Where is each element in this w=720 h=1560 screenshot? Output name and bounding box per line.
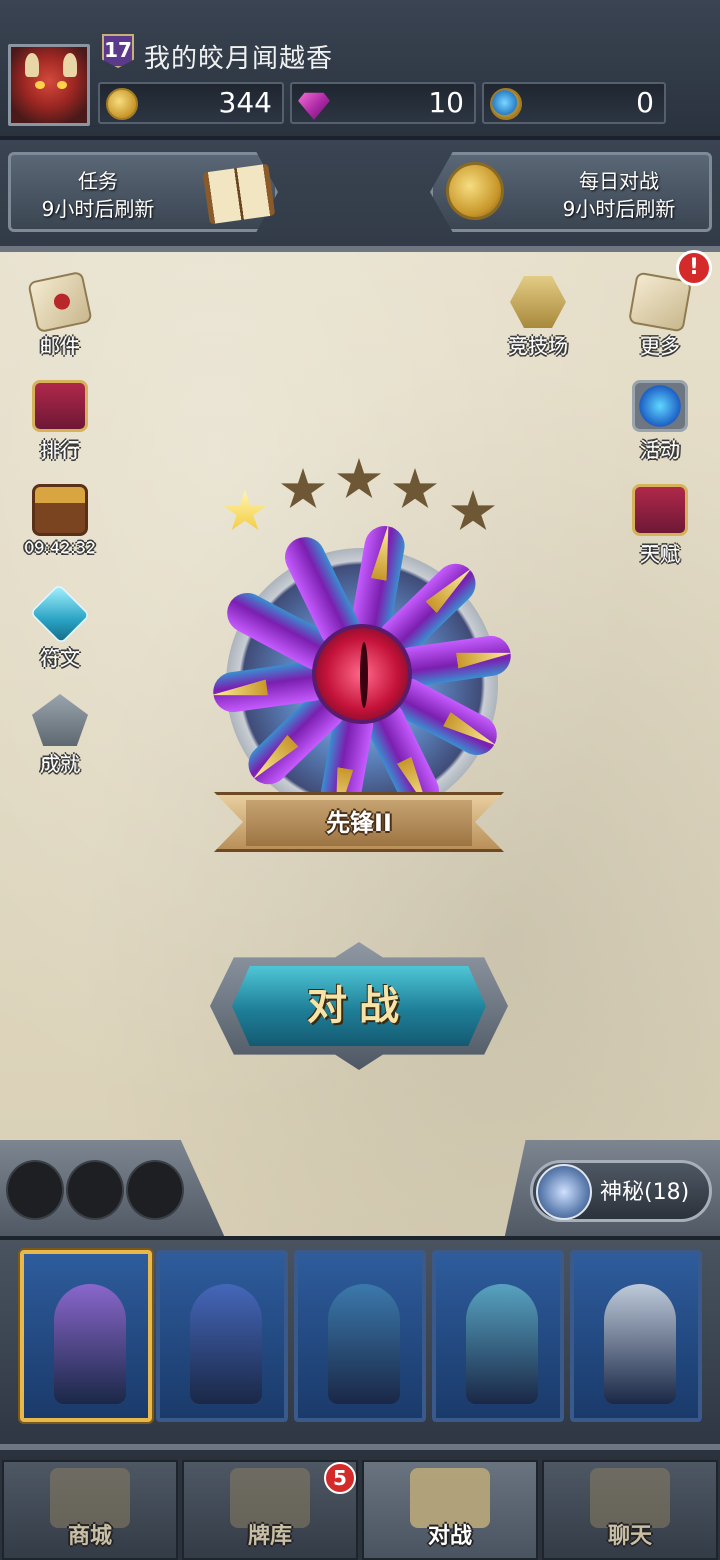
book-icon: [202, 163, 276, 225]
nav-tab-shop[interactable]: 商城: [2, 1460, 178, 1560]
player-avatar[interactable]: [8, 44, 90, 126]
player-name: 我的皎月闻越香: [144, 44, 334, 74]
daily-coin-icon: [446, 162, 504, 220]
avatar-eye-right: [57, 81, 67, 89]
gem-currency[interactable]: 10: [290, 82, 476, 124]
arena-label: 竞技场: [508, 334, 568, 358]
nav-shop-label: 商城: [67, 1524, 112, 1549]
talent-label: 天赋: [640, 542, 680, 566]
event-label: 活动: [640, 438, 680, 462]
seagull-card[interactable]: [570, 1250, 702, 1422]
tasks-title: 任务: [78, 169, 118, 193]
sorceress-card[interactable]: [156, 1250, 288, 1422]
warrior-woman-card[interactable]: [294, 1250, 426, 1422]
more-label: 更多: [640, 334, 680, 358]
mermaid-card-art: [466, 1284, 538, 1404]
empty-slot-1[interactable]: [6, 1160, 64, 1220]
token-currency[interactable]: 0: [482, 82, 666, 124]
avatar-horn-left: [25, 53, 39, 77]
daily-refresh-text: 9小时后刷新: [562, 197, 676, 221]
nav-battle-label: 对战: [427, 1524, 472, 1549]
treasure-chest-icon: [32, 484, 88, 536]
nav-deck-label: 牌库: [247, 1524, 292, 1549]
portal-icon: [632, 380, 688, 432]
nav-chat-label: 聊天: [607, 1524, 652, 1549]
gem-icon: [298, 92, 330, 120]
chest-button[interactable]: 09:42:32: [20, 484, 100, 557]
achievement-button[interactable]: 成就: [20, 694, 100, 777]
achievement-arrow-icon: [32, 694, 88, 746]
battle-button[interactable]: 对战: [232, 966, 486, 1046]
nav-tab-battle[interactable]: 对战: [362, 1460, 538, 1560]
mail-icon: [27, 270, 93, 334]
mystery-swirl-icon: [536, 1164, 592, 1220]
mermaid-card[interactable]: [432, 1250, 564, 1422]
ranking-banner-icon: [32, 380, 88, 432]
talent-button[interactable]: 天赋: [620, 484, 700, 567]
mail-label: 邮件: [40, 334, 80, 358]
sorceress-card-art: [190, 1284, 262, 1404]
empty-slot-3[interactable]: [126, 1160, 184, 1220]
arena-button[interactable]: 竞技场: [498, 276, 578, 359]
rank-name: 先锋II: [246, 800, 472, 846]
gold-value: 344: [218, 86, 272, 119]
ranking-button[interactable]: 排行: [20, 380, 100, 463]
mail-button[interactable]: 邮件: [20, 270, 100, 359]
nav-tab-chat[interactable]: 聊天: [542, 1460, 718, 1560]
more-alert-badge: !: [676, 250, 712, 286]
whale-card-art: [54, 1284, 126, 1404]
rune-button[interactable]: 符文: [20, 583, 100, 671]
event-button[interactable]: 活动: [620, 380, 700, 463]
arena-swords-icon: [510, 276, 566, 328]
deck-notification-badge: 5: [324, 1462, 356, 1494]
gold-coin-icon: [106, 88, 138, 120]
rune-label: 符文: [40, 646, 80, 670]
more-button[interactable]: 更多: [620, 271, 700, 359]
daily-title: 每日对战: [579, 169, 659, 193]
gem-value: 10: [428, 86, 464, 119]
gold-currency[interactable]: 344: [98, 82, 284, 124]
emblem-eye-icon: [312, 624, 412, 724]
chest-timer: 09:42:32: [24, 538, 96, 557]
blue-token-icon: [490, 88, 522, 120]
ranking-label: 排行: [40, 438, 80, 462]
seagull-card-art: [604, 1284, 676, 1404]
avatar-horn-right: [63, 53, 77, 77]
avatar-eye-left: [35, 81, 45, 89]
token-value: 0: [636, 86, 654, 119]
talent-banner-icon: [632, 484, 688, 536]
whale-card[interactable]: [20, 1250, 152, 1422]
tasks-refresh-text: 9小时后刷新: [41, 197, 155, 221]
rune-crystal-icon: [29, 583, 91, 645]
achievement-label: 成就: [40, 752, 80, 776]
mystery-label: 神秘(18): [600, 1180, 690, 1205]
empty-slot-2[interactable]: [66, 1160, 124, 1220]
warrior-woman-card-art: [328, 1284, 400, 1404]
